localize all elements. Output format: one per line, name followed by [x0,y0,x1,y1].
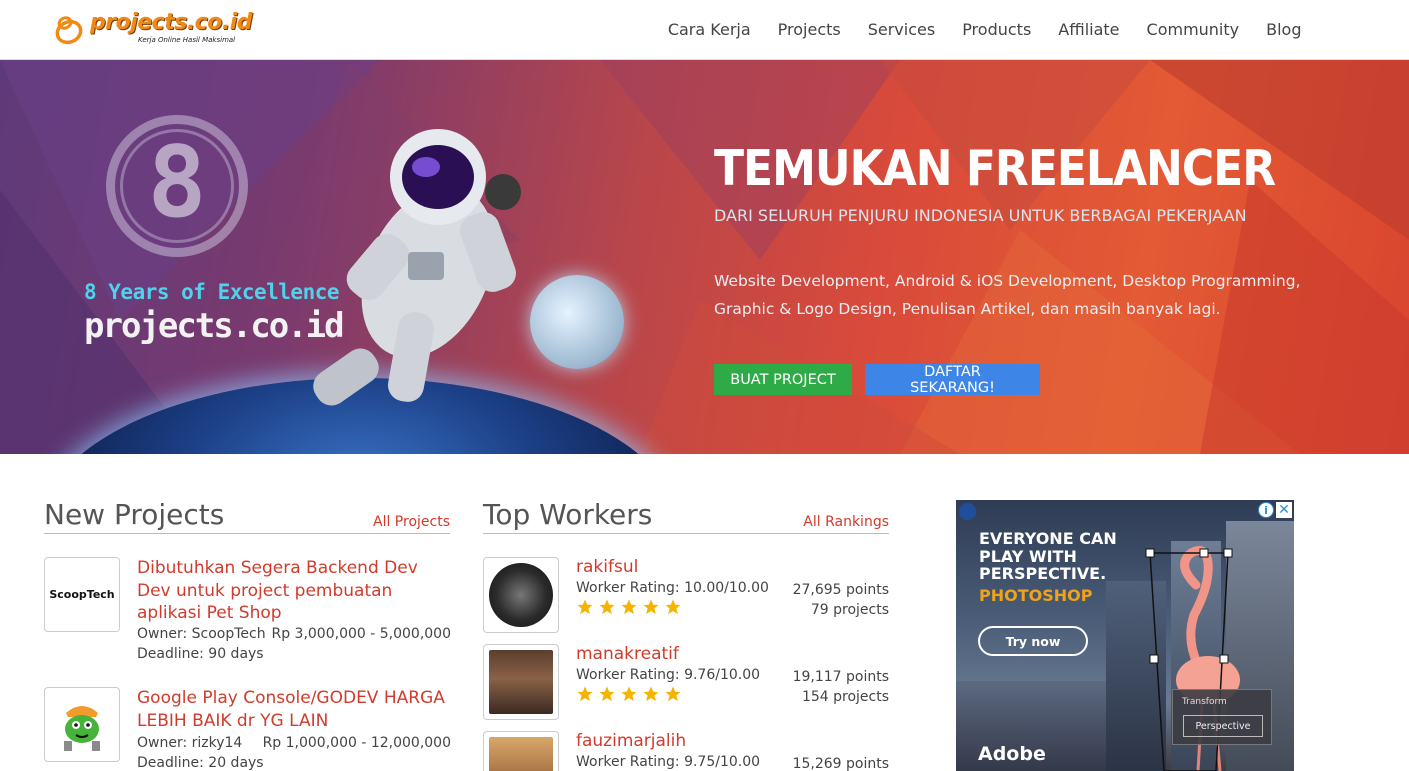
create-project-button[interactable]: BUAT PROJECT [714,364,852,395]
nav-affiliate[interactable]: Affiliate [1045,20,1133,39]
photoshop-advert[interactable]: i ✕ EVERYONE CAN PLAY WITH PERSPECTIVE. … [956,500,1294,771]
register-now-button[interactable]: DAFTAR SEKARANG! [865,364,1040,396]
worker-stars [576,685,682,703]
worker-avatar[interactable] [483,557,559,633]
hero-actions: BUAT PROJECT DAFTAR SEKARANG! [714,364,1040,396]
green-monster-avatar-icon [52,694,112,755]
moon-image [530,275,624,369]
project-deadline: Deadline: 90 days [137,646,264,662]
worker-rating: Worker Rating: 9.76/10.00 [576,667,761,683]
ad-info-icon[interactable]: i [1258,502,1274,518]
project-owner: Owner: rizky14 [137,735,243,751]
logo-swirl-icon [52,11,88,47]
scooptech-logo: ScoopTech [49,588,115,601]
ad-close-icon[interactable]: ✕ [1276,502,1292,518]
ad-headline-line-1: EVERYONE CAN [979,529,1117,548]
star-icon [577,599,593,615]
all-rankings-link[interactable]: All Rankings [803,514,889,530]
worker-name-link[interactable]: manakreatif [576,644,679,664]
nav-community[interactable]: Community [1133,20,1253,39]
project-owner: Owner: ScoopTech [137,626,266,642]
adobe-logo: Adobe [978,743,1046,765]
worker-stats: 15,269 points [793,754,889,771]
worker-rating: Worker Rating: 9.75/10.00 [576,754,761,770]
worker-stars [576,598,682,616]
ad-panel-button: Perspective [1183,715,1263,737]
nav-projects[interactable]: Projects [764,20,854,39]
ad-headline-line-3: PERSPECTIVE. [979,564,1107,583]
ad-headline-line-2: PLAY WITH [979,546,1077,566]
star-icon [621,599,637,615]
worker-item: manakreatif Worker Rating: 9.76/10.00 19… [483,644,889,720]
new-projects-header: New Projects All Projects [44,498,450,534]
hero-banner: 8 8 Years of Excellence projects.co.id T… [0,60,1409,454]
project-meta: Owner: rizky14 Rp 1,000,000 - 12,000,000 [137,733,451,753]
logo-wordmark: projects.co.id [90,10,253,35]
top-navbar: projects.co.id Kerja Online Hasil Maksim… [0,0,1409,60]
worker-name-link[interactable]: rakifsul [576,557,638,577]
site-logo[interactable]: projects.co.id Kerja Online Hasil Maksim… [52,11,262,51]
hero-description-line-1: Website Development, Android & iOS Devel… [714,272,1301,290]
worker-avatar[interactable] [483,731,559,771]
project-title-link[interactable]: Dibutuhkan Segera Backend Dev Dev untuk … [137,557,451,625]
logo-tagline: Kerja Online Hasil Maksimal [138,36,236,44]
top-workers-header: Top Workers All Rankings [483,498,889,534]
star-icon [599,599,615,615]
star-icon [621,686,637,702]
project-meta: Owner: ScoopTech Rp 3,000,000 - 5,000,00… [137,624,451,644]
star-icon [599,686,615,702]
worker-projects: 154 projects [801,689,889,705]
project-item: Google Play Console/GODEV HARGA LEBIH BA… [44,687,451,771]
worker-points: 27,695 points [792,582,889,598]
nav-blog[interactable]: Blog [1253,20,1315,39]
project-item: ScoopTech Dibutuhkan Segera Backend Dev … [44,557,451,667]
project-budget: Rp 1,000,000 - 12,000,000 [262,735,451,751]
nav-products[interactable]: Products [949,20,1045,39]
worker-item: fauzimarjalih Worker Rating: 9.75/10.00 … [483,731,889,771]
worker-item: rakifsul Worker Rating: 10.00/10.00 27,6… [483,557,889,633]
star-icon [665,599,681,615]
worker-avatar[interactable] [483,644,559,720]
star-icon [643,686,659,702]
astronaut-illustration [313,129,521,406]
project-budget: Rp 3,000,000 - 5,000,000 [271,626,451,642]
star-icon [665,686,681,702]
hero-description-line-2: Graphic & Logo Design, Penulisan Artikel… [714,300,1221,318]
star-icon [643,599,659,615]
worker-stats: 19,117 points 154 projects [793,667,889,707]
ad-product-name: PHOTOSHOP [979,586,1093,605]
project-title-link[interactable]: Google Play Console/GODEV HARGA LEBIH BA… [137,687,451,732]
ad-shield-icon [959,503,976,520]
nav-services[interactable]: Services [854,20,948,39]
all-projects-link[interactable]: All Projects [373,514,450,530]
star-icon [577,686,593,702]
worker-name-link[interactable]: fauzimarjalih [576,731,686,751]
project-thumbnail[interactable] [44,687,120,762]
ad-panel-title: Transform [1182,697,1227,707]
hero-title: TEMUKAN FREELANCER [714,140,1276,198]
ad-try-now-button[interactable]: Try now [978,626,1088,656]
hero-copy: TEMUKAN FREELANCER DARI SELURUH PENJURU … [714,138,1354,323]
main-nav: Cara Kerja Projects Services Products Af… [654,0,1315,58]
project-deadline: Deadline: 20 days [137,755,264,771]
hero-subtitle: DARI SELURUH PENJURU INDONESIA UNTUK BER… [714,206,1247,225]
anniversary-number: 8 [147,126,207,240]
worker-points: 19,117 points [792,669,889,685]
ad-headline: EVERYONE CAN PLAY WITH PERSPECTIVE. [979,530,1117,583]
nav-cara-kerja[interactable]: Cara Kerja [654,20,764,39]
new-projects-title: New Projects [44,498,225,531]
worker-stats: 27,695 points 79 projects [793,580,889,620]
project-thumbnail[interactable]: ScoopTech [44,557,120,632]
hero-description: Website Development, Android & iOS Devel… [714,267,1354,323]
worker-points: 15,269 points [792,756,889,771]
worker-projects: 79 projects [810,602,889,618]
top-workers-title: Top Workers [483,498,653,531]
ad-transform-panel: Transform Perspective [1172,689,1272,745]
hero-artwork: 8 8 Years of Excellence projects.co.id [0,60,700,454]
worker-rating: Worker Rating: 10.00/10.00 [576,580,769,596]
